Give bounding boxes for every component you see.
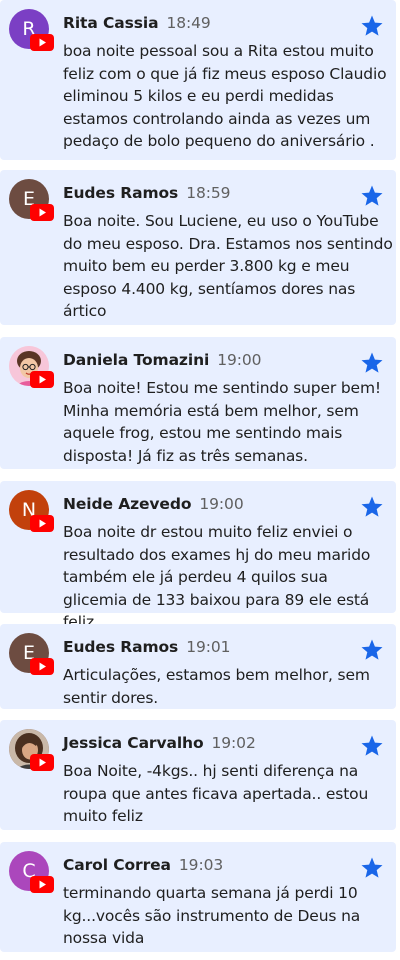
star-icon[interactable] [360, 184, 384, 208]
comment-text: Boa noite! Estou me sentindo super bem! … [63, 379, 381, 465]
star-icon[interactable] [360, 14, 384, 38]
timestamp: 19:01 [186, 638, 231, 656]
star-icon[interactable] [360, 638, 384, 662]
star-icon[interactable] [360, 856, 384, 880]
timestamp: 18:59 [186, 184, 231, 202]
author-name[interactable]: Rita Cassia [63, 14, 159, 32]
timestamp: 18:49 [166, 14, 211, 32]
comment-card: R Rita Cassia 18:49 boa noite pessoal sou… [0, 0, 396, 160]
author-name[interactable]: Jessica Carvalho [63, 734, 204, 752]
author-name[interactable]: Neide Azevedo [63, 495, 192, 513]
comment-text: terminando quarta semana já perdi 10 kg.… [63, 884, 361, 947]
timestamp: 19:00 [199, 495, 244, 513]
comment-card: Jessica Carvalho 19:02 Boa Noite, -4kgs..… [0, 720, 396, 830]
comment-text: boa noite pessoal sou a Rita estou muito… [63, 42, 387, 150]
timestamp: 19:03 [178, 856, 224, 874]
comment-card: E Eudes Ramos 18:59 Boa noite. Sou Lucien… [0, 170, 396, 325]
timestamp: 19:02 [211, 734, 256, 752]
comment-text: Boa noite. Sou Luciene, eu uso o YouTube… [63, 212, 393, 320]
comment-card: E Eudes Ramos 19:01 Articulações, estamos… [0, 624, 396, 709]
author-name[interactable]: Daniela Tomazini [63, 351, 209, 369]
author-name[interactable]: Eudes Ramos [63, 638, 178, 656]
comment-card: Daniela Tomazini 19:00 Boa noite! Estou m… [0, 337, 396, 469]
youtube-icon [30, 876, 54, 893]
youtube-icon [30, 34, 54, 51]
youtube-icon [30, 658, 54, 675]
youtube-icon [30, 754, 54, 771]
timestamp: 19:00 [217, 351, 262, 369]
comment-card: N Neide Azevedo 19:00 Boa noite dr estou … [0, 481, 396, 631]
youtube-icon [30, 371, 54, 388]
comment-card: C Carol Correa 19:03 terminando quarta se… [0, 842, 396, 952]
star-icon[interactable] [360, 734, 384, 758]
comment-text: Boa noite dr estou muito feliz enviei o … [63, 523, 371, 631]
comment-text: Boa Noite, -4kgs.. hj senti diferença na… [63, 762, 369, 825]
youtube-icon [30, 515, 54, 532]
comment-text: Articulações, estamos bem melhor, sem se… [63, 666, 370, 707]
youtube-icon [30, 204, 54, 221]
author-name[interactable]: Carol Correa [63, 856, 171, 874]
star-icon[interactable] [360, 351, 384, 375]
star-icon[interactable] [360, 495, 384, 519]
author-name[interactable]: Eudes Ramos [63, 184, 178, 202]
